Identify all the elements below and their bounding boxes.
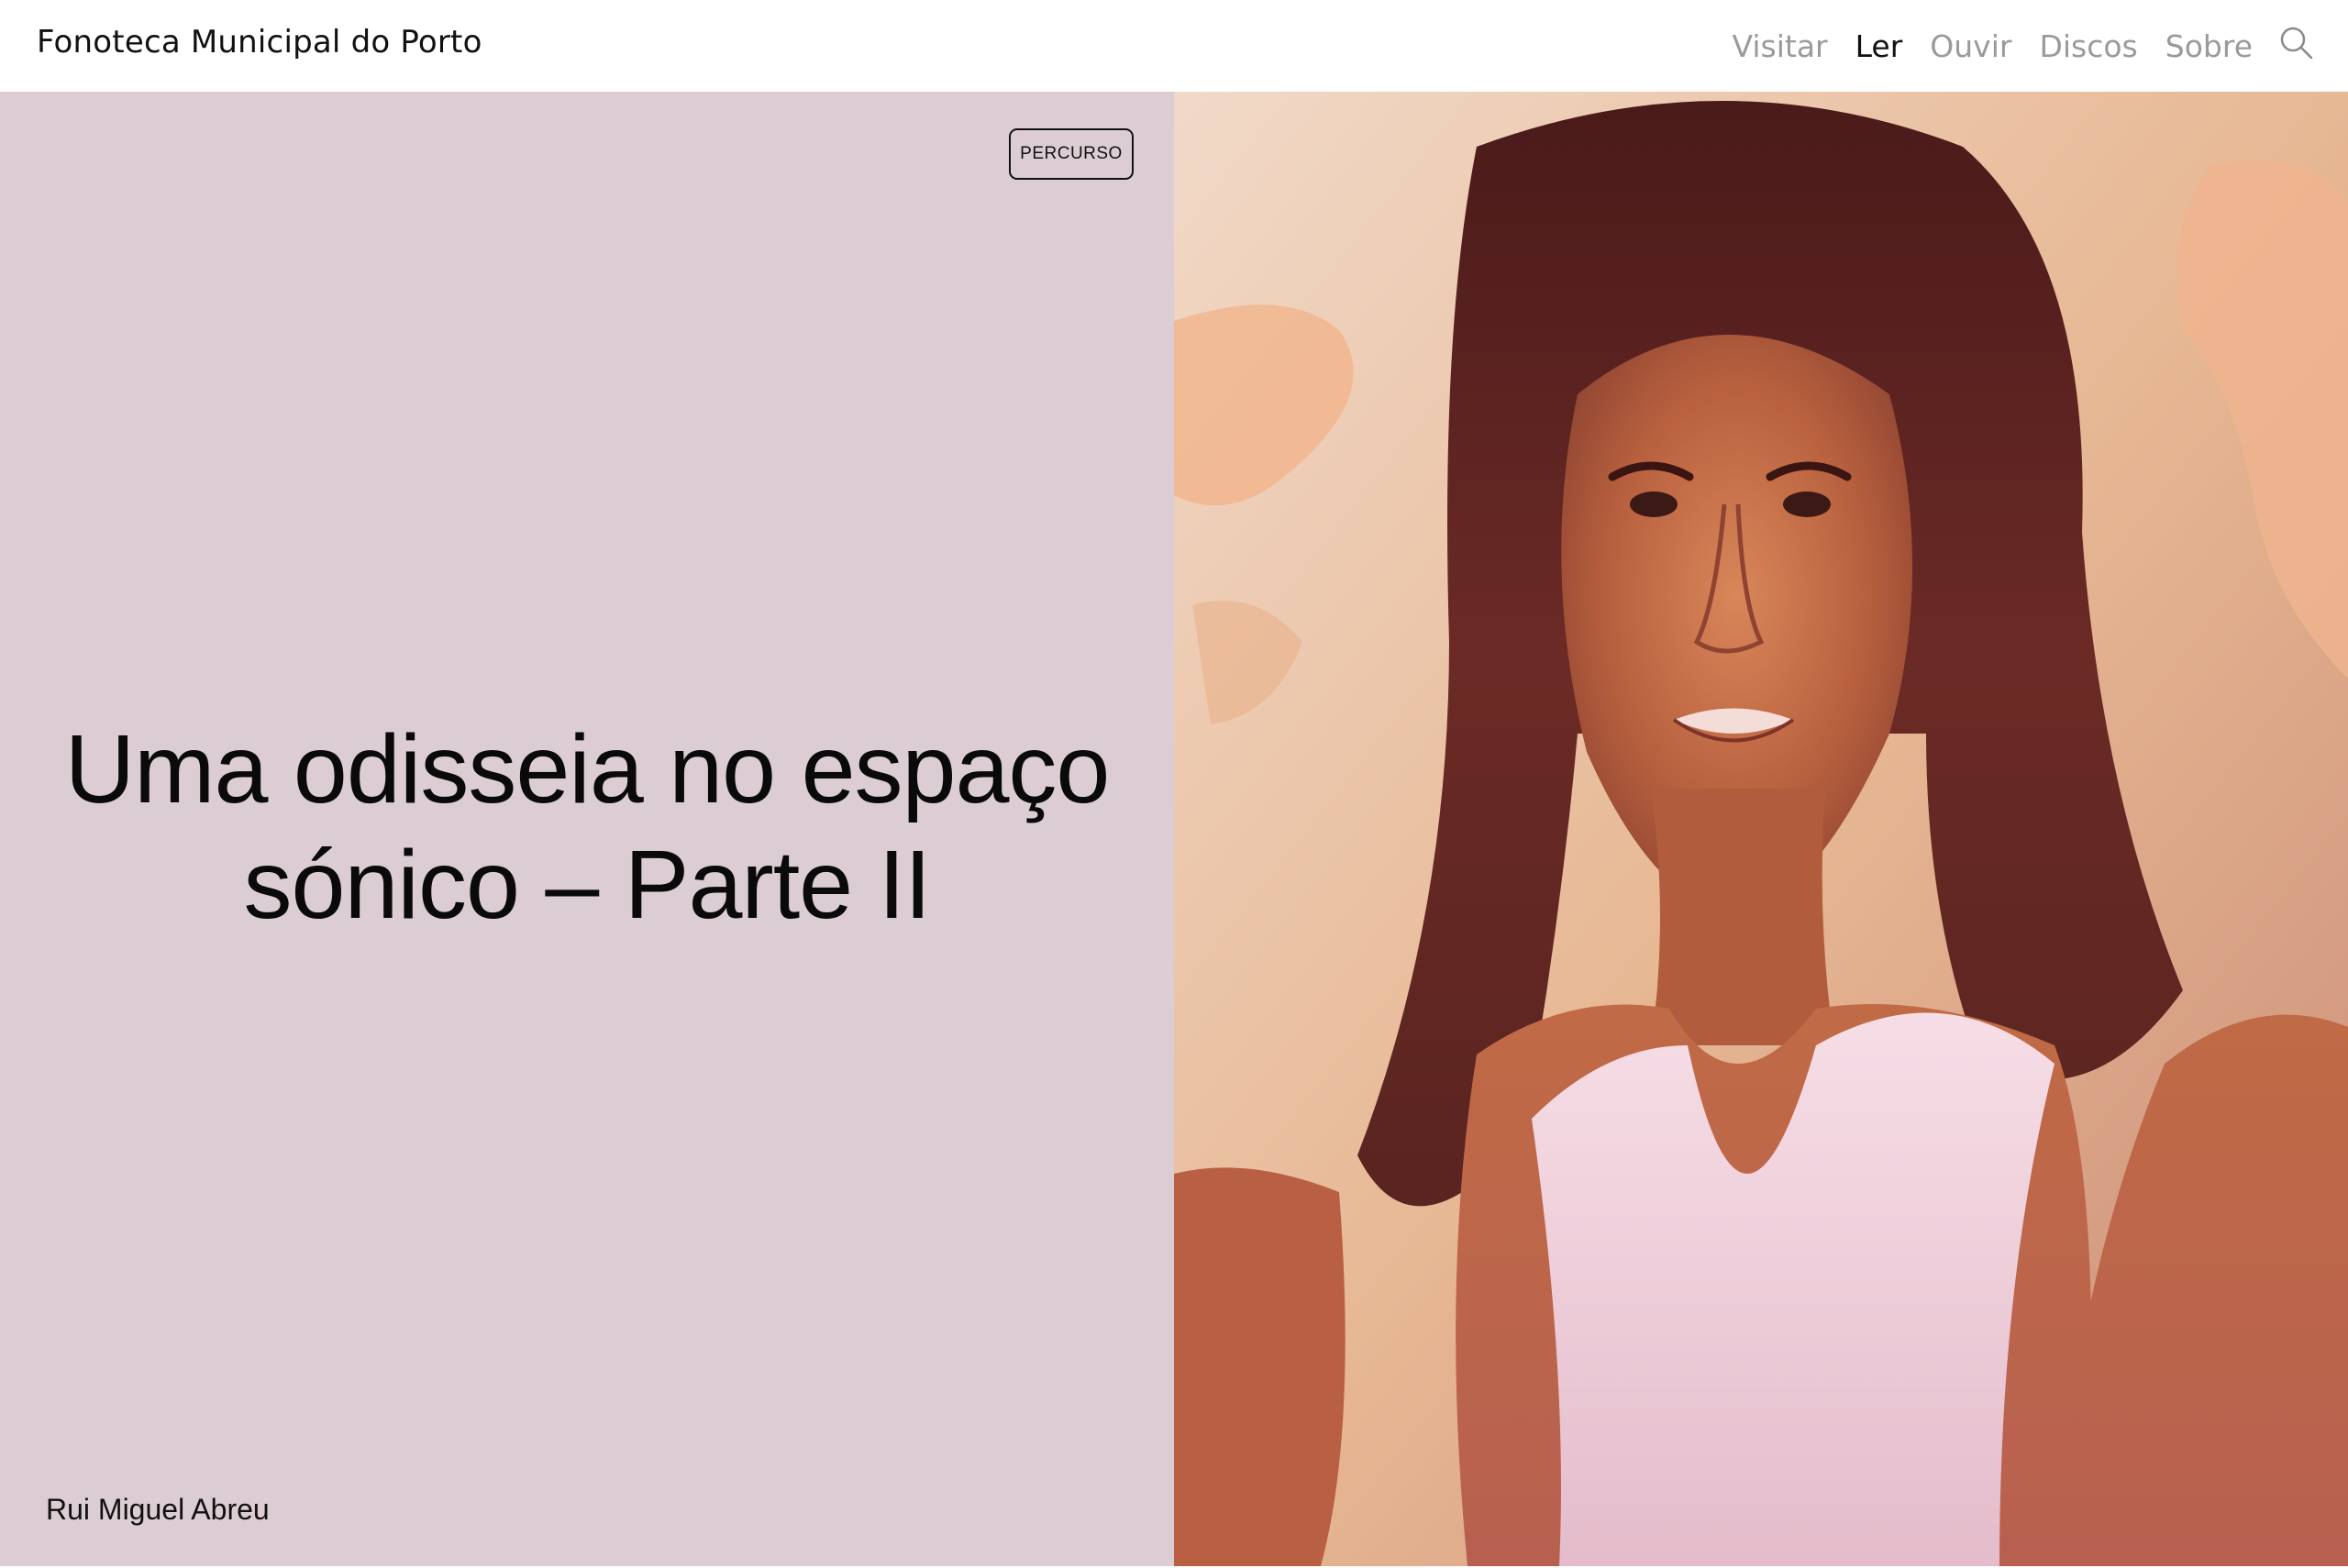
article-title: Uma odisseia no espaço sónico – Parte II: [37, 712, 1137, 943]
main-nav: Visitar Ler Ouvir Discos Sobre: [1705, 0, 2316, 92]
category-tag[interactable]: PERCURSO: [1009, 128, 1134, 180]
site-header: Fonoteca Municipal do Porto Visitar Ler …: [0, 0, 2348, 92]
article-author[interactable]: Rui Miguel Abreu: [46, 1493, 270, 1527]
search-icon: [2280, 27, 2313, 60]
article-hero-panel: PERCURSO Uma odisseia no espaço sónico –…: [0, 92, 1174, 1566]
portrait-photo: [1174, 92, 2348, 1566]
site-logo-link[interactable]: Fonoteca Municipal do Porto: [37, 24, 482, 61]
nav-item-visitar[interactable]: Visitar: [1733, 28, 1828, 64]
nav-item-sobre[interactable]: Sobre: [2165, 28, 2253, 64]
article-title-line-2: sónico – Parte II: [243, 831, 932, 939]
hero-photo: [1174, 92, 2348, 1566]
nav-item-discos[interactable]: Discos: [2039, 28, 2137, 64]
nav-item-ler[interactable]: Ler: [1855, 28, 1903, 64]
article-title-line-1: Uma odisseia no espaço: [64, 715, 1111, 823]
search-button[interactable]: [2278, 25, 2315, 61]
nav-item-ouvir[interactable]: Ouvir: [1930, 28, 2011, 64]
